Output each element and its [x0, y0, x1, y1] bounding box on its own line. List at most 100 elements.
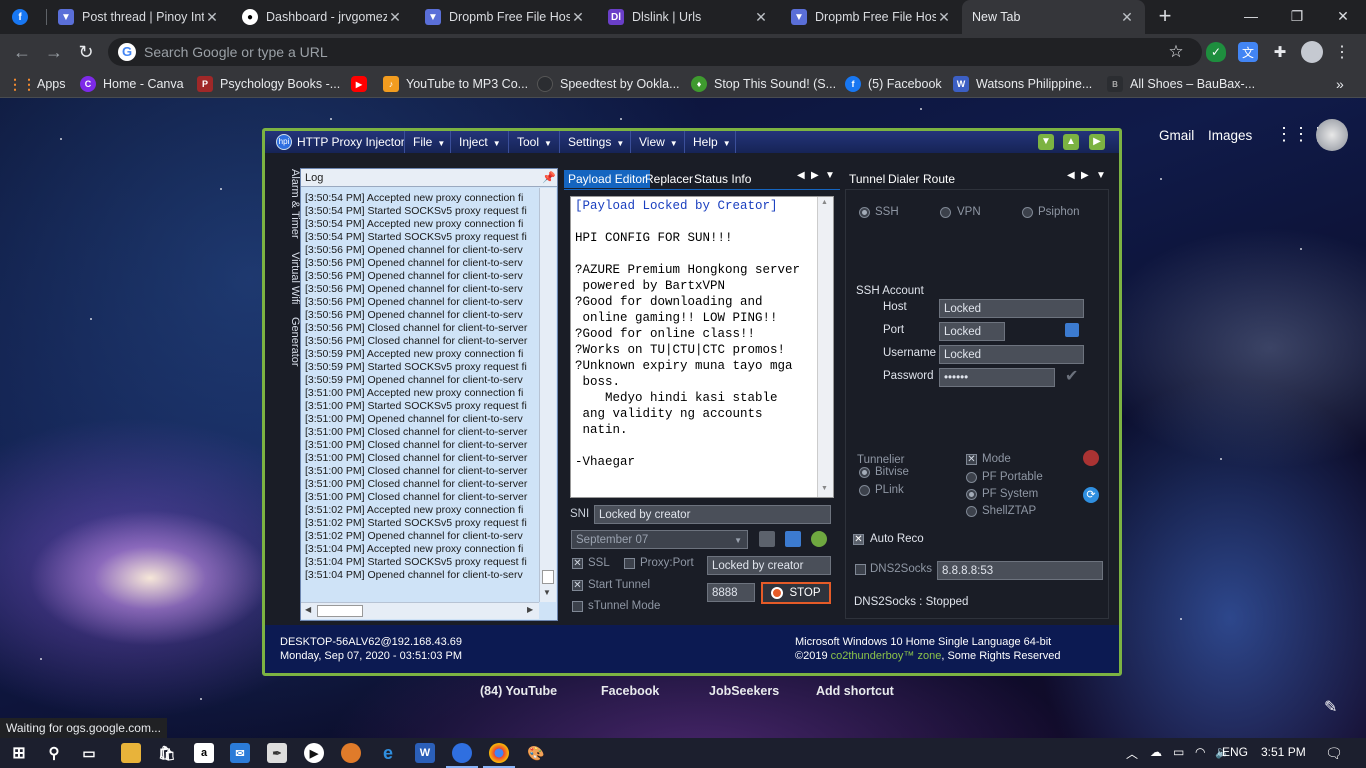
- save-icon[interactable]: [785, 531, 801, 547]
- tab-dropmb-1[interactable]: ▼ Dropmb Free File Host ✕: [413, 0, 596, 34]
- port-field[interactable]: 8888: [707, 583, 755, 602]
- tab-payload-editor[interactable]: Payload Editor: [564, 170, 651, 188]
- bookmark-stop-sound[interactable]: ♦ Stop This Sound! (S...: [691, 70, 836, 98]
- scroll-thumb[interactable]: [542, 570, 554, 584]
- copyright-author[interactable]: co2thunderboy™ zone: [831, 650, 942, 662]
- bookmark-facebook[interactable]: f (5) Facebook: [845, 70, 942, 98]
- close-icon[interactable]: ✕: [204, 9, 220, 26]
- tab-dropmb-2[interactable]: ▼ Dropmb Free File Host ✕: [779, 0, 962, 34]
- bookmark-youtube[interactable]: ▶: [351, 70, 374, 98]
- forward-button[interactable]: →: [42, 40, 66, 64]
- load-icon[interactable]: [811, 531, 827, 547]
- trash-icon[interactable]: [759, 531, 775, 547]
- clock[interactable]: 3:51 PM: [1261, 745, 1306, 759]
- cloud-icon[interactable]: ☁: [1150, 745, 1162, 759]
- username-field[interactable]: Locked: [939, 345, 1084, 364]
- tab-menu-icon[interactable]: ▼: [825, 170, 835, 181]
- radio-pf-system[interactable]: [966, 489, 977, 500]
- radio-bitvise[interactable]: [859, 467, 870, 478]
- wifi-icon[interactable]: ◠: [1195, 745, 1205, 759]
- shield-extension-icon[interactable]: ✓: [1206, 42, 1226, 62]
- chrome-icon[interactable]: [489, 743, 509, 763]
- bookmark-star-icon[interactable]: ☆: [1166, 42, 1186, 62]
- stop-button[interactable]: STOP: [761, 582, 831, 604]
- language-indicator[interactable]: ENG: [1222, 745, 1248, 759]
- menu-settings[interactable]: Settings ▼: [559, 131, 630, 153]
- mode-checkbox[interactable]: ✕: [966, 454, 977, 465]
- arrow-right-icon[interactable]: ▶: [1089, 134, 1105, 150]
- game-app-icon[interactable]: [341, 743, 361, 763]
- pen-app-icon[interactable]: ✒: [267, 743, 287, 763]
- tab-prev-icon[interactable]: ◀: [797, 170, 805, 181]
- dns-field[interactable]: 8.8.8.8:53: [937, 561, 1103, 580]
- auto-reco-checkbox[interactable]: ✕: [853, 534, 864, 545]
- bookmark-watsons[interactable]: W Watsons Philippine...: [953, 70, 1092, 98]
- media-player-icon[interactable]: ▶: [304, 743, 324, 763]
- menu-file[interactable]: File ▼: [404, 131, 450, 153]
- config-select[interactable]: September 07 ▼: [571, 530, 748, 549]
- bookmark-ytmp3[interactable]: ♪ YouTube to MP3 Co...: [383, 70, 528, 98]
- menu-kebab-icon[interactable]: ⋮: [1332, 42, 1352, 62]
- log-vertical-scrollbar[interactable]: ▼: [539, 188, 556, 602]
- log-horizontal-scrollbar[interactable]: ◀ ▶: [301, 602, 539, 619]
- proxy-port-checkbox[interactable]: [624, 558, 635, 569]
- close-icon[interactable]: ✕: [570, 9, 586, 26]
- pin-icon[interactable]: 📌: [542, 171, 556, 184]
- dns2socks-checkbox[interactable]: [855, 564, 866, 575]
- shortcut-add[interactable]: Add shortcut: [816, 684, 894, 698]
- arrow-down-icon[interactable]: ▼: [1038, 134, 1054, 150]
- menu-view[interactable]: View ▼: [630, 131, 684, 153]
- tab-replacer[interactable]: Replacer: [641, 170, 697, 188]
- tray-chevron-icon[interactable]: ︿: [1126, 745, 1138, 762]
- sni-field[interactable]: Locked by creator: [594, 505, 831, 524]
- tab-route[interactable]: Route: [919, 170, 959, 188]
- images-link[interactable]: Images: [1208, 128, 1252, 143]
- tab-next-icon[interactable]: ▶: [1081, 170, 1089, 181]
- side-tab-virtual-wifi[interactable]: Virtual Wifi: [277, 248, 301, 308]
- scroll-down-icon[interactable]: ▼: [821, 485, 828, 492]
- tab-prev-icon[interactable]: ◀: [1067, 170, 1075, 181]
- refresh-icon[interactable]: ⟳: [1083, 487, 1099, 503]
- tab-tunnel[interactable]: Tunnel: [845, 170, 889, 188]
- paint-icon[interactable]: 🎨: [526, 743, 546, 763]
- account-avatar[interactable]: [1316, 119, 1348, 151]
- tab-dlslink[interactable]: Dl Dlslink | Urls ✕: [596, 0, 779, 34]
- arrow-up-icon[interactable]: ▲: [1063, 134, 1079, 150]
- bookmark-apps[interactable]: ⋮⋮ Apps: [8, 70, 66, 98]
- bookmark-psychology[interactable]: P Psychology Books -...: [197, 70, 340, 98]
- menu-tool[interactable]: Tool ▼: [508, 131, 559, 153]
- tab-facebook-pinned[interactable]: f: [0, 0, 46, 34]
- extensions-puzzle-icon[interactable]: ✚: [1270, 42, 1290, 62]
- mail-icon[interactable]: ✉: [230, 743, 250, 763]
- tab-next-icon[interactable]: ▶: [811, 170, 819, 181]
- search-icon[interactable]: ⚲: [44, 743, 64, 763]
- side-tab-generator[interactable]: Generator: [277, 316, 301, 368]
- customize-pencil-icon[interactable]: ✎: [1324, 697, 1337, 717]
- translate-extension-icon[interactable]: 文: [1238, 42, 1258, 62]
- ssh-port-field[interactable]: Locked: [939, 322, 1005, 341]
- menu-help[interactable]: Help ▼: [684, 131, 736, 153]
- proxy-field[interactable]: Locked by creator: [707, 556, 831, 575]
- tab-github-dashboard[interactable]: ● Dashboard - jrvgomez ✕: [230, 0, 413, 34]
- reload-button[interactable]: ↻: [74, 40, 98, 64]
- bookmark-canva[interactable]: C Home - Canva: [80, 70, 184, 98]
- close-icon[interactable]: ✕: [387, 9, 403, 26]
- tab-dialer[interactable]: Dialer: [884, 170, 923, 188]
- notifications-icon[interactable]: 🗨: [1325, 745, 1343, 762]
- restore-button[interactable]: ❐: [1274, 0, 1320, 32]
- ssl-checkbox[interactable]: ✕: [572, 558, 583, 569]
- side-tab-alarm-timer[interactable]: Alarm & Timer: [277, 168, 301, 240]
- minimize-button[interactable]: —: [1228, 0, 1274, 32]
- hpi-taskbar-icon[interactable]: [452, 743, 472, 763]
- close-window-button[interactable]: ✕: [1320, 0, 1366, 32]
- check-icon[interactable]: ✔: [1065, 366, 1078, 386]
- windows-start-icon[interactable]: ⊞: [9, 743, 29, 763]
- radio-ssh[interactable]: [859, 207, 870, 218]
- file-explorer-icon[interactable]: [121, 743, 141, 763]
- password-field[interactable]: ••••••: [939, 368, 1055, 387]
- shortcut-jobseekers[interactable]: JobSeekers: [709, 684, 779, 698]
- payload-scrollbar[interactable]: ▲ ▼: [817, 197, 833, 497]
- scroll-thumb[interactable]: [317, 605, 363, 617]
- new-tab-button[interactable]: +: [1151, 4, 1179, 30]
- battery-icon[interactable]: ▭: [1173, 745, 1184, 759]
